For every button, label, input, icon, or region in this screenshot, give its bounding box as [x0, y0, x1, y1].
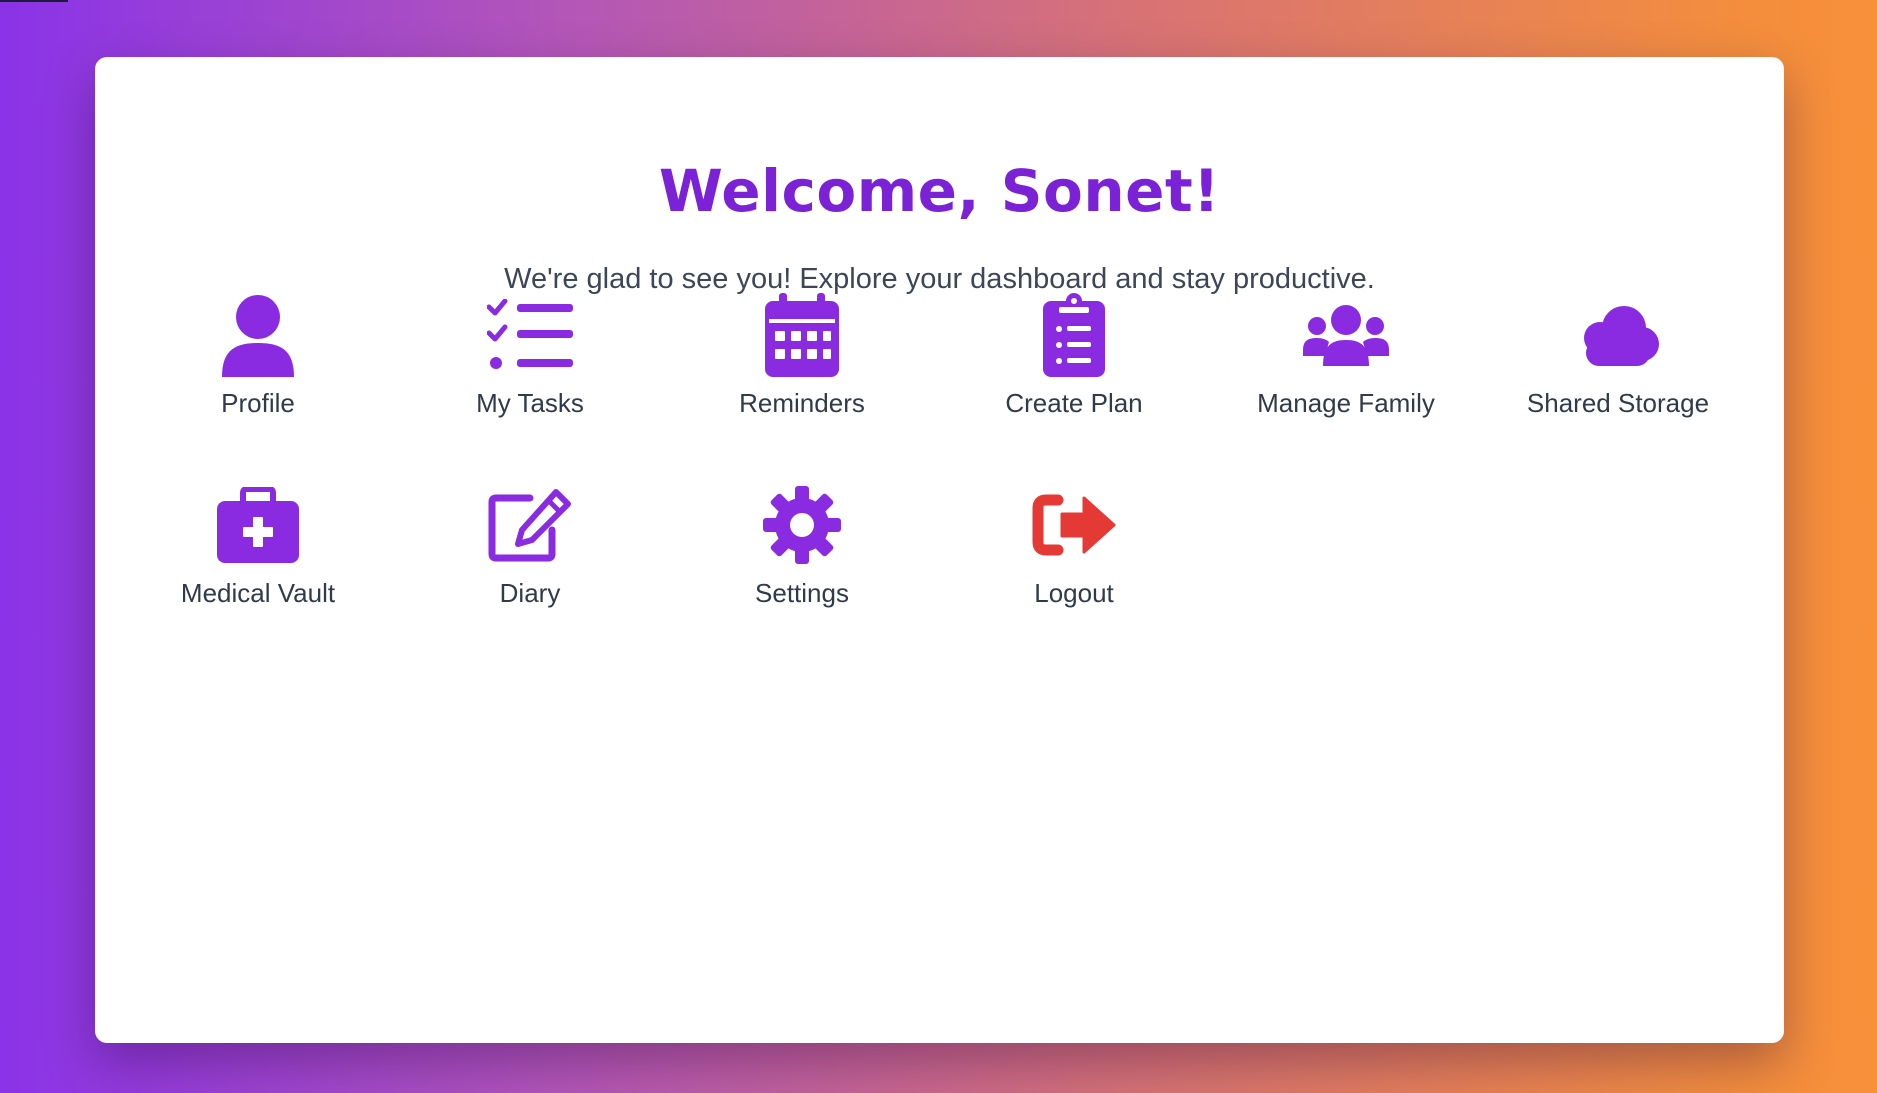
page-title: Welcome, Sonet! [658, 157, 1221, 225]
tile-label: Shared Storage [1526, 388, 1710, 418]
tile-label: Create Plan [1005, 388, 1143, 418]
users-icon [1301, 290, 1391, 380]
medical-kit-icon [213, 480, 303, 570]
tile-label: Reminders [739, 388, 865, 418]
dashboard-card: Welcome, Sonet! We're glad to see you! E… [95, 57, 1784, 1043]
calendar-icon [757, 290, 847, 380]
logout-icon [1029, 480, 1119, 570]
tile-reminders[interactable]: Reminders [682, 290, 922, 440]
tile-shared-storage[interactable]: Shared Storage [1498, 290, 1738, 440]
tile-medical-vault[interactable]: Medical Vault [138, 480, 378, 630]
tile-manage-family[interactable]: Manage Family [1226, 290, 1466, 440]
cloud-icon [1573, 290, 1663, 380]
tile-label: Profile [221, 388, 295, 418]
window-edge [0, 0, 68, 2]
tile-create-plan[interactable]: Create Plan [954, 290, 1194, 440]
tile-label: Medical Vault [180, 578, 336, 608]
tile-label: Diary [499, 578, 561, 608]
clipboard-list-icon [1029, 290, 1119, 380]
user-icon [213, 290, 303, 380]
tile-profile[interactable]: Profile [138, 290, 378, 440]
tile-label: Settings [755, 578, 849, 608]
task-list-icon [485, 290, 575, 380]
tile-label: Logout [1034, 578, 1114, 608]
gear-icon [757, 480, 847, 570]
tile-label: My Tasks [476, 388, 584, 418]
tile-my-tasks[interactable]: My Tasks [410, 290, 650, 440]
tile-diary[interactable]: Diary [410, 480, 650, 630]
tile-logout[interactable]: Logout [954, 480, 1194, 630]
tile-settings[interactable]: Settings [682, 480, 922, 630]
tile-label: Manage Family [1257, 388, 1435, 418]
edit-icon [485, 480, 575, 570]
